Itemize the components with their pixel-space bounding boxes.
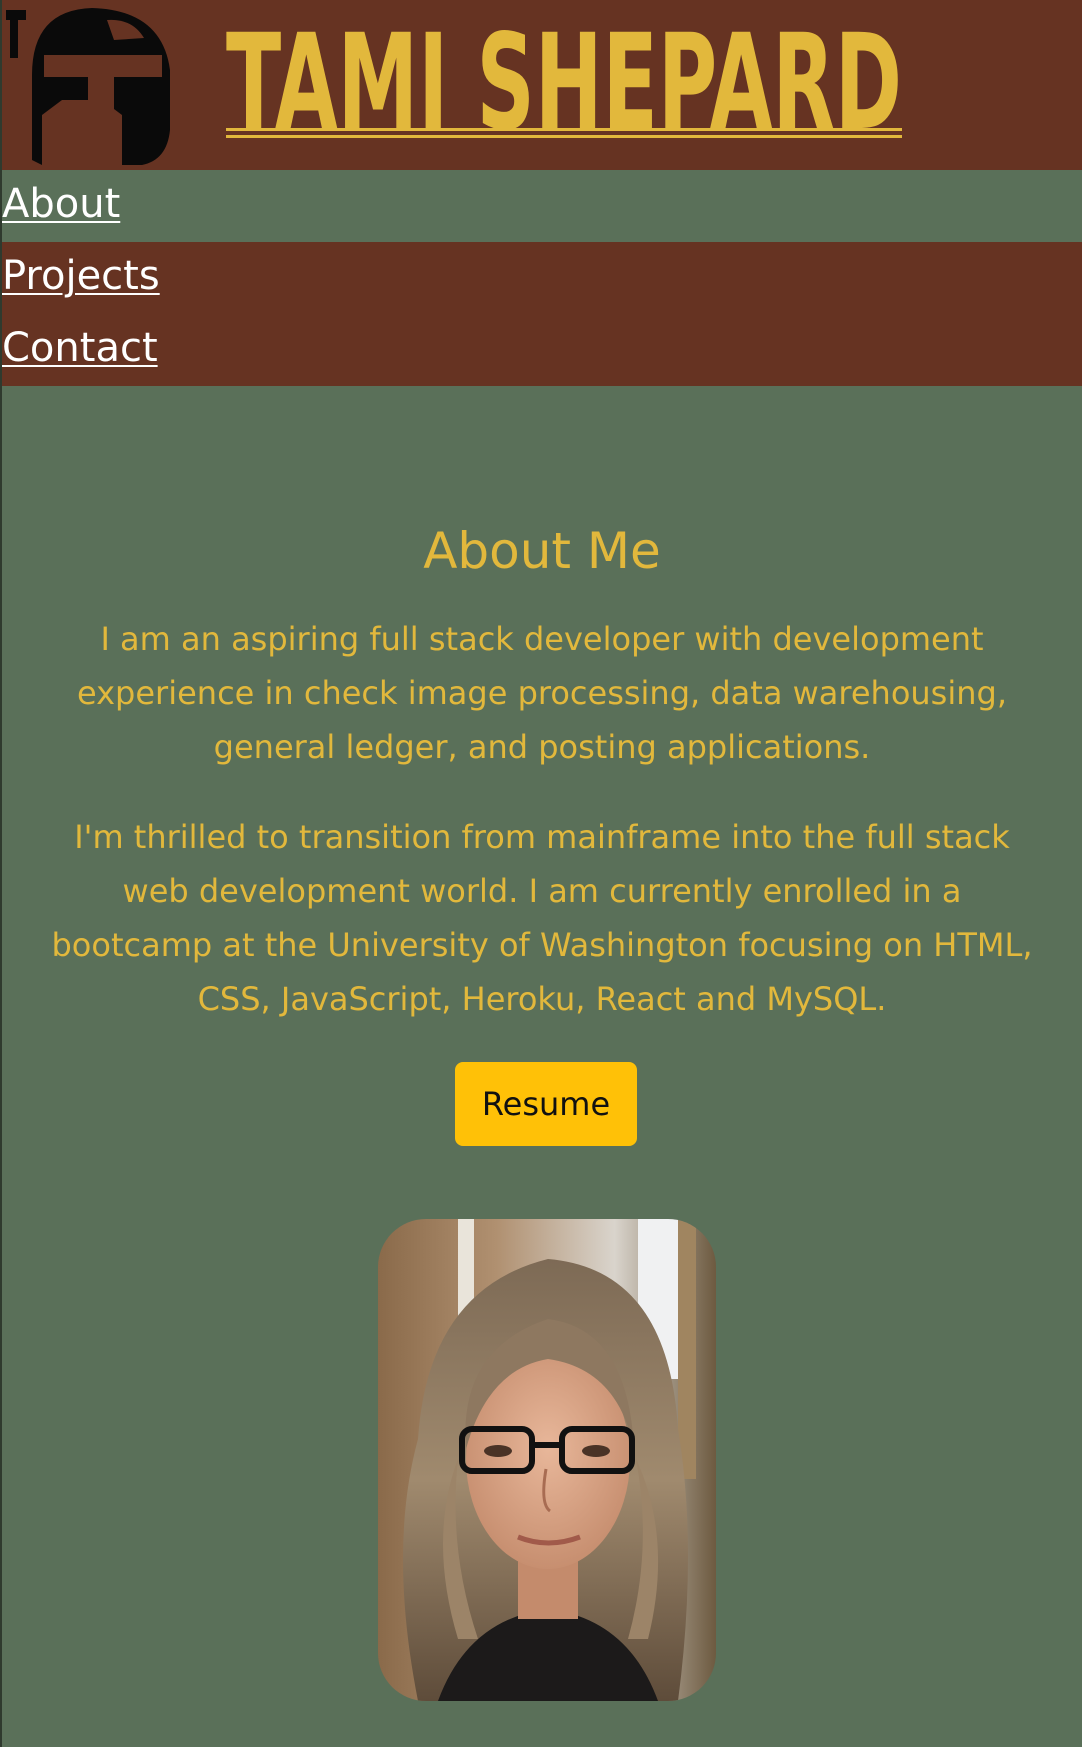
banner-graphic: TAMI SHEPARD	[6, 6, 902, 165]
nav-item-projects: Projects	[2, 242, 1082, 314]
nav-link-projects[interactable]: Projects	[2, 256, 160, 296]
helmet-icon	[6, 8, 170, 165]
nav-link-contact[interactable]: Contact	[2, 328, 158, 368]
resume-button[interactable]: Resume	[455, 1062, 637, 1146]
site-banner: TAMI SHEPARD	[2, 0, 1082, 170]
portrait-photo	[378, 1219, 716, 1701]
nav-item-contact: Contact	[2, 314, 1082, 386]
nav-item-about: About	[2, 170, 1082, 242]
about-paragraph-transition: I'm thrilled to transition from mainfram…	[51, 818, 1033, 1018]
nav-link-about[interactable]: About	[2, 184, 120, 224]
portrait-illustration	[378, 1219, 716, 1701]
main-nav: About Projects Contact	[2, 170, 1082, 386]
about-paragraph-intro: I am an aspiring full stack developer wi…	[76, 620, 1007, 766]
about-title: About Me	[423, 522, 661, 580]
